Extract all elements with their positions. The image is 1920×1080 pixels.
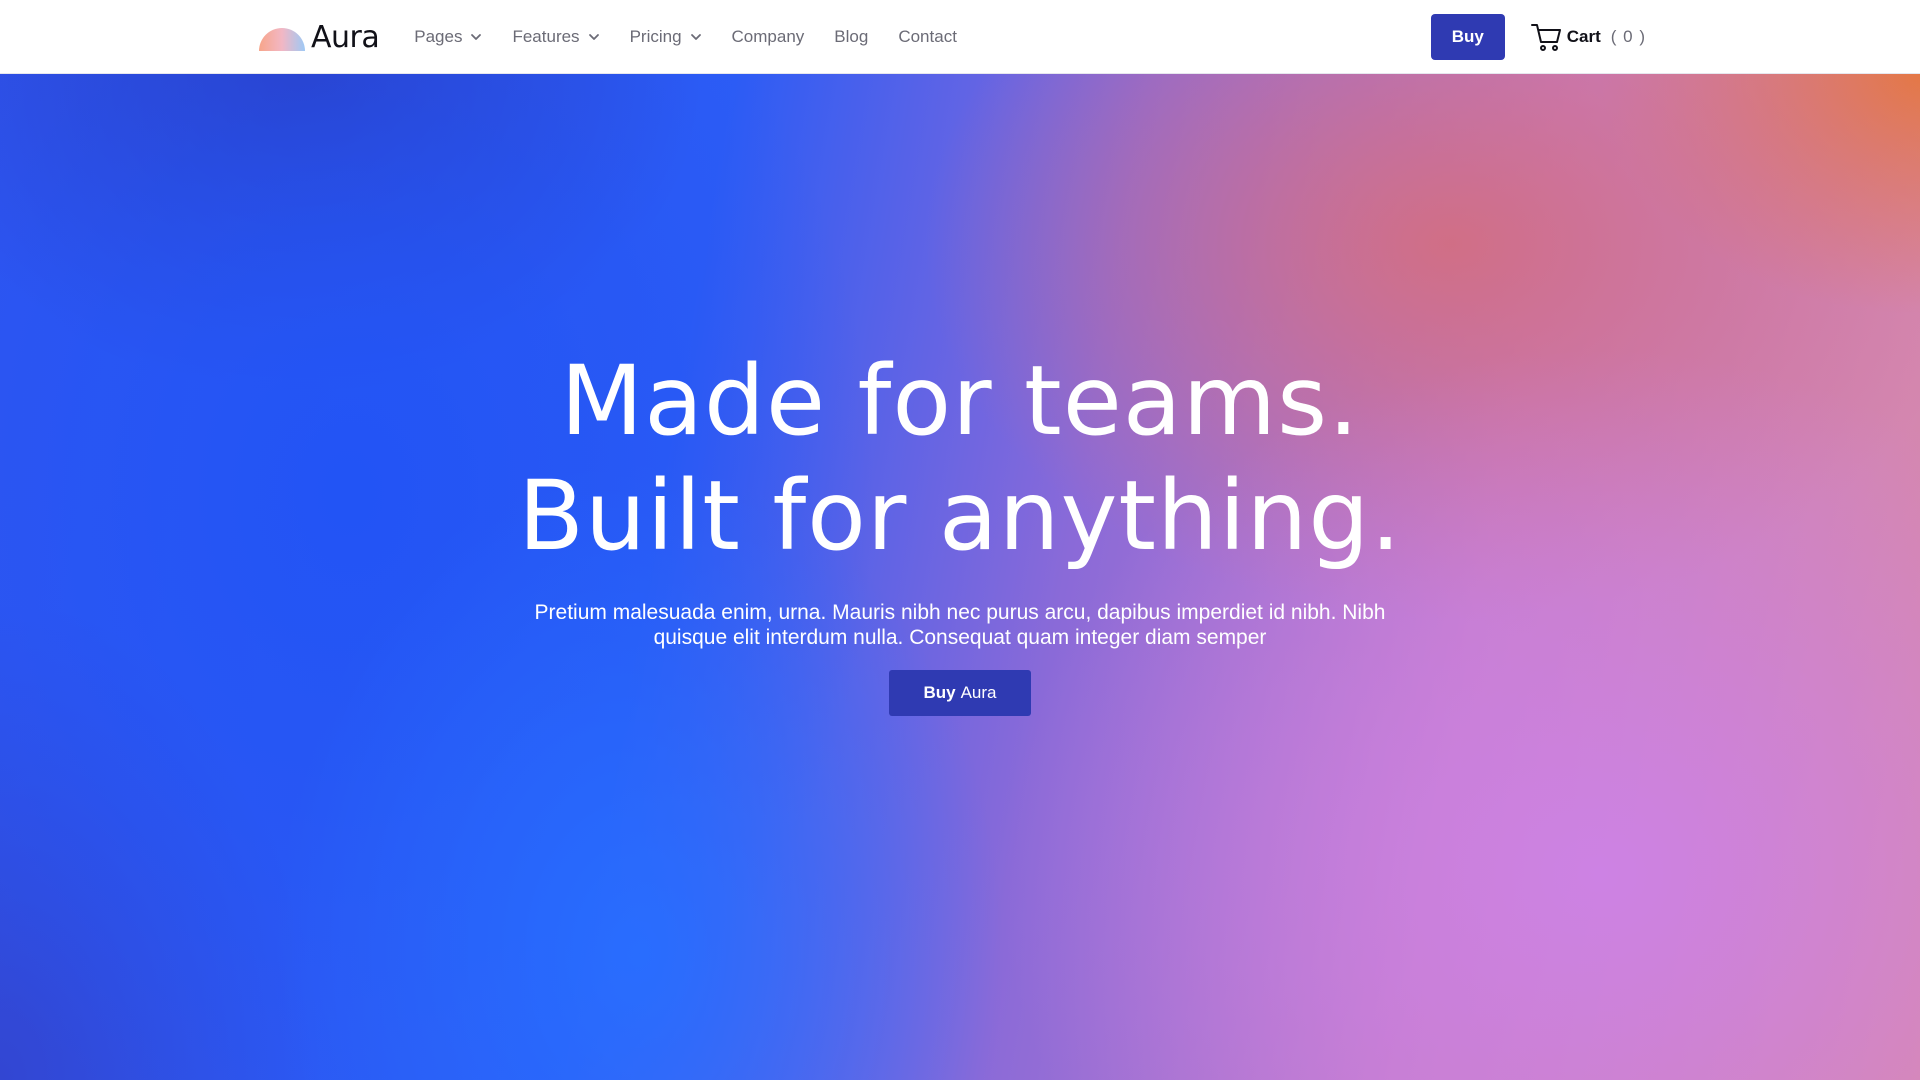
nav-item-company[interactable]: Company xyxy=(732,27,805,47)
nav-item-features[interactable]: Features xyxy=(512,27,599,47)
nav-item-label: Company xyxy=(731,27,805,46)
brand-logo-link[interactable]: Aura xyxy=(259,19,380,55)
hero-section: Made for teams. Built for anything. Pret… xyxy=(0,74,1920,1080)
buy-aura-button[interactable]: Buy Aura xyxy=(889,670,1031,716)
nav-item-contact[interactable]: Contact xyxy=(898,27,957,47)
buy-aura-button-rest: Aura xyxy=(960,683,997,702)
buy-button[interactable]: Buy xyxy=(1430,14,1505,60)
chevron-down-icon xyxy=(471,34,482,40)
nav-item-blog[interactable]: Blog xyxy=(834,27,868,47)
hero-headline-line-1: Made for teams. xyxy=(560,345,1360,457)
cart-icon xyxy=(1530,24,1561,51)
hero-content: Made for teams. Built for anything. Pret… xyxy=(0,344,1920,716)
cart-link[interactable]: Cart ( 0 ) xyxy=(1530,22,1646,52)
hero-subtext: Pretium malesuada enim, urna. Mauris nib… xyxy=(534,601,1386,649)
nav-item-pricing[interactable]: Pricing xyxy=(630,27,702,47)
chevron-down-icon xyxy=(588,34,599,40)
hero-headline-line-2: Built for anything. xyxy=(518,460,1402,572)
buy-aura-button-strong: Buy xyxy=(923,683,956,702)
nav-item-label: Pricing xyxy=(629,27,682,46)
aura-logo-icon xyxy=(259,27,305,51)
cart-count: ( 0 ) xyxy=(1610,27,1646,46)
brand-name: Aura xyxy=(311,19,380,55)
nav-item-label: Features xyxy=(512,27,580,46)
nav-item-label: Contact xyxy=(898,27,957,46)
nav-item-pages[interactable]: Pages xyxy=(414,27,482,47)
cart-label: Cart xyxy=(1566,27,1601,46)
top-navbar: Aura Pages Features Pricing Company Blog xyxy=(0,0,1920,74)
chevron-down-icon xyxy=(690,34,701,40)
navbar-inner: Aura Pages Features Pricing Company Blog xyxy=(259,0,1646,74)
nav-actions: Buy Cart ( 0 ) xyxy=(1430,14,1646,60)
nav-item-label: Blog xyxy=(834,27,869,46)
nav-item-label: Pages xyxy=(414,27,463,46)
hero-headline: Made for teams. Built for anything. xyxy=(0,344,1920,574)
main-nav: Pages Features Pricing Company Blog Cont… xyxy=(414,27,987,47)
